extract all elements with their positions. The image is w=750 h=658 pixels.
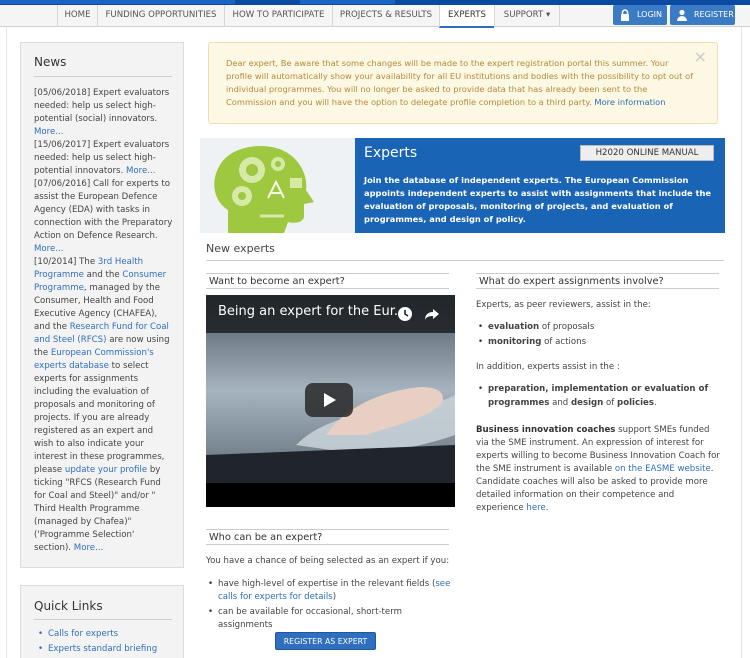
nav-funding-opportunities[interactable]: FUNDING OPPORTUNITIES [97,5,224,27]
coaches-text: . [545,503,549,513]
video-title: Being an expert for the Eur... [218,304,407,319]
online-manual-button[interactable]: H2020 ONLINE MANUAL [580,145,714,161]
news-more-link[interactable]: More... [74,543,104,553]
main-navbar: HOME FUNDING OPPORTUNITIES HOW TO PARTIC… [0,5,750,28]
news-item: [15/06/2017] Expert evaluators needed: h… [34,139,174,178]
quick-links-divider [34,619,172,620]
nav-projects-results[interactable]: PROJECTS & RESULTS [332,5,439,27]
news-item: [05/06/2018] Expert evaluators needed: h… [34,87,174,139]
coaches-bold: Business innovation coaches [476,425,616,435]
assignment-item: preparation, implementation or evaluatio… [476,383,721,410]
news-more-link[interactable]: More... [126,166,156,176]
assignment-bold: policies [617,397,654,408]
coaches-paragraph: Business innovation coaches support SMEs… [476,424,721,515]
quick-links-title: Quick Links [34,599,103,613]
who-intro: You have a chance of being selected as a… [206,556,450,566]
news-item: [10/2014] The 3rd Health Programme and t… [34,256,174,555]
news-list: [05/06/2018] Expert evaluators needed: h… [34,87,174,555]
become-expert-heading: Want to become an expert? [206,273,449,289]
news-item-text: [05/06/2018] Expert evaluators needed: h… [34,88,170,124]
more-information-link[interactable]: More information [594,97,665,107]
news-more-link[interactable]: More... [34,244,64,254]
assignments-intro-2: In addition, experts assist in the : [476,362,620,372]
news-more-link[interactable]: More... [34,127,64,137]
assignment-text: . [653,397,657,408]
nav-support[interactable]: SUPPORT ▾ [494,5,560,27]
expert-head-illustration [200,138,355,233]
nav-how-to-participate[interactable]: HOW TO PARTICIPATE [224,5,332,27]
top-strip-tab [300,0,395,4]
assignments-list: evaluation of proposals monitoring of ac… [476,321,721,349]
news-text: [10/2014] The [34,257,98,267]
head-gears-icon [200,138,355,233]
assignment-text: of [603,397,618,408]
assignment-bold: monitoring [488,337,542,347]
login-label: LOGIN [637,10,663,19]
news-divider [34,76,172,77]
quick-links-panel: Quick Links Calls for experts Experts st… [20,585,184,658]
update-profile-link[interactable]: update your profile [65,465,147,475]
news-panel: News [05/06/2018] Expert evaluators need… [20,42,184,568]
alert-text: Dear expert, Be aware that some changes … [226,57,696,109]
experts-banner: Experts H2020 ONLINE MANUAL Join the dat… [200,138,725,233]
nav-home[interactable]: HOME [57,5,97,27]
who-criteria-list: have high-level of expertise in the rele… [206,578,456,632]
section-divider [206,260,724,261]
easme-website-link[interactable]: on the EASME website [615,464,711,474]
assignment-bold: design [570,397,604,408]
quick-links-list: Calls for experts Experts standard brief… [38,627,183,658]
banner-title: Experts [364,145,418,161]
news-item-text: [07/06/2016] Call for experts to assist … [34,179,173,241]
assignments-heading: What do expert assignments involve? [476,273,719,289]
news-text: and the [83,270,123,280]
share-icon[interactable] [424,306,440,322]
user-icon [677,9,687,21]
quick-link-item[interactable]: Experts standard briefing slides [38,642,183,658]
news-title: News [34,55,67,69]
assignment-text: of actions [541,337,587,347]
video-player[interactable]: Being an expert for the Eur... [206,295,455,507]
chevron-down-icon: ▾ [545,10,551,20]
register-button[interactable]: REGISTER [670,5,735,25]
assignments-list-2: preparation, implementation or evaluatio… [476,383,721,410]
register-as-expert-button[interactable]: REGISTER AS EXPERT [275,632,376,650]
login-button[interactable]: LOGIN [613,5,667,25]
news-text: to select experts for assignments includ… [34,361,165,475]
news-item: [07/06/2016] Call for experts to assist … [34,178,174,256]
register-label: REGISTER [694,10,734,19]
assignments-intro: Experts, as peer reviewers, assist in th… [476,300,651,310]
here-link[interactable]: here [526,503,545,513]
who-criteria-item: can be available for occasional, short-t… [206,606,456,632]
nav-support-label: SUPPORT [503,10,544,20]
nav-experts[interactable]: EXPERTS [439,5,494,28]
play-button[interactable] [305,383,353,417]
assignment-item: monitoring of actions [476,336,721,349]
assignment-text: of proposals [539,322,595,332]
notice-alert: × Dear expert, Be aware that some change… [208,42,718,124]
quick-link-item[interactable]: Calls for experts [38,627,183,642]
assignment-item: evaluation of proposals [476,321,721,334]
news-text: by ticking "RFCS (Research Fund for Coal… [34,465,161,553]
assignment-bold: evaluation [488,322,540,332]
criteria-text: ) [332,592,337,602]
criteria-text: have high-level of expertise in the rele… [218,579,436,589]
who-expert-heading: Who can be an expert? [206,529,449,545]
banner-description: Join the database of independent experts… [364,175,712,224]
top-strip-tab [0,0,235,4]
assignment-text: and [549,397,571,408]
who-criteria-item: have high-level of expertise in the rele… [206,578,456,604]
lock-icon [621,9,629,21]
clock-icon[interactable] [397,306,413,322]
section-title: New experts [206,242,275,255]
